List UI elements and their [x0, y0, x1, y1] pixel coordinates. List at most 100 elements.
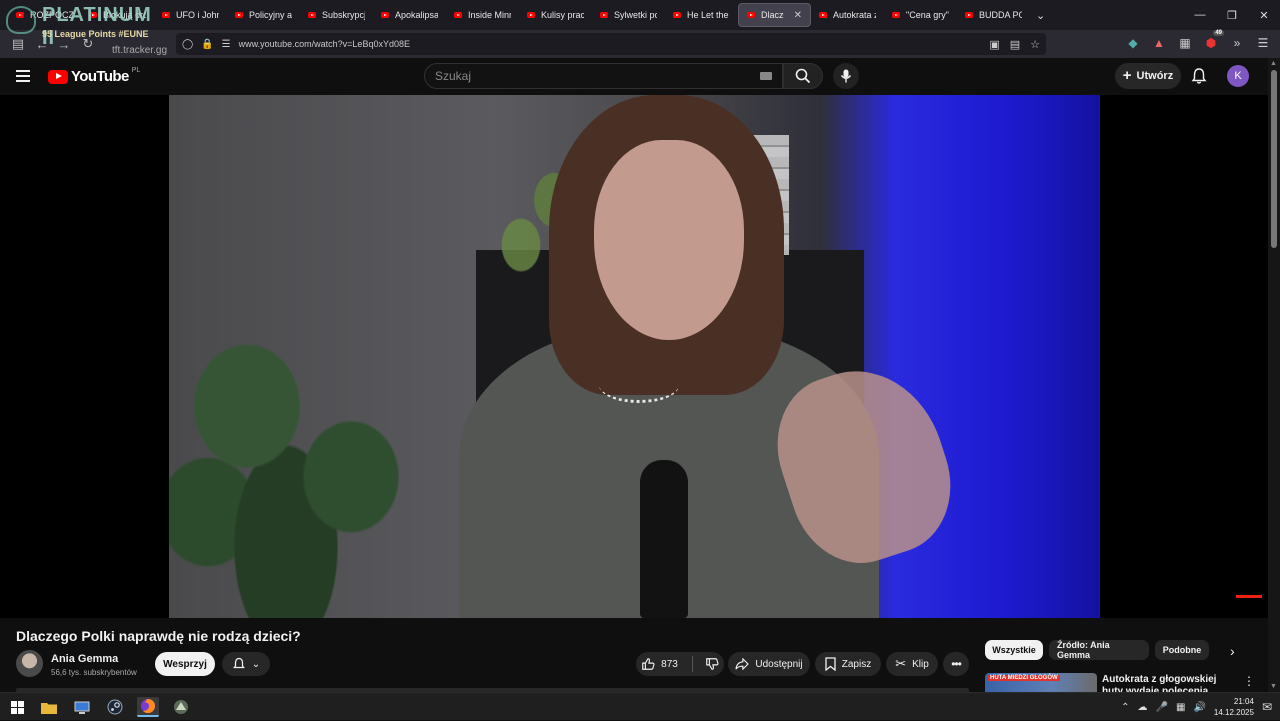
recommendation-thumbnail[interactable]: HUTA MIEDZI GŁOGÓW — [985, 673, 1097, 692]
network-icon[interactable]: ▦ — [1176, 702, 1185, 713]
browser-tab[interactable]: Policyjny agr — [227, 3, 300, 27]
lock-icon[interactable]: 🔒 — [201, 39, 213, 50]
tracking-shield-icon[interactable]: ◯ — [182, 39, 193, 50]
overflow-chevrons-icon[interactable]: » — [1228, 33, 1246, 53]
support-button[interactable]: Wesprzyj — [155, 652, 215, 676]
youtube-favicon-icon — [600, 12, 608, 18]
url-text[interactable]: www.youtube.com/watch?v=LeBq0xYd08E — [239, 39, 410, 49]
notifications-bell-icon[interactable] — [1190, 67, 1208, 90]
microphone-tray-icon[interactable]: 🎤 — [1156, 702, 1168, 713]
create-button[interactable]: + Utwórz — [1115, 63, 1181, 89]
volume-icon[interactable]: 🔊 — [1193, 702, 1205, 713]
scrollbar-thumb[interactable] — [1271, 70, 1277, 248]
channel-name[interactable]: Ania Gemma — [51, 653, 118, 665]
tray-overflow-icon[interactable]: ⌃ — [1121, 702, 1129, 713]
steam-icon[interactable] — [104, 697, 126, 717]
app-game-icon[interactable] — [170, 697, 192, 717]
permissions-icon[interactable]: ☰ — [222, 39, 231, 50]
chip-next-chevron-icon[interactable]: › — [1230, 643, 1235, 659]
tab-label: UFO i John K — [176, 10, 219, 20]
scroll-up-icon[interactable]: ▲ — [1270, 60, 1277, 67]
scroll-down-icon[interactable]: ▼ — [1270, 683, 1277, 690]
chip-related[interactable]: Podobne — [1155, 640, 1209, 660]
reader-view-icon[interactable]: ▤ — [1010, 38, 1020, 51]
keyboard-icon[interactable] — [760, 72, 772, 80]
picture-in-picture-icon[interactable]: ▣ — [989, 38, 999, 51]
account-avatar[interactable]: K — [1227, 65, 1249, 87]
video-player[interactable] — [0, 95, 1268, 618]
search-input[interactable]: Szukaj — [424, 63, 783, 89]
youtube-header: YouTube PL Szukaj + Utwórz K — [0, 58, 1268, 95]
youtube-logo[interactable]: YouTube PL — [48, 67, 141, 85]
recommendation-menu-icon[interactable]: ⋮ — [1243, 674, 1255, 688]
firefox-icon[interactable] — [137, 697, 159, 717]
extensions-puzzle-icon[interactable]: ▦ — [1176, 33, 1194, 53]
region-code: PL — [131, 67, 141, 74]
chip-from-channel[interactable]: Źródło: Ania Gemma — [1049, 640, 1149, 660]
toolbar-right: ◆ ▲ ▦ ⬢ 49 » ☰ — [1124, 30, 1272, 53]
youtube-favicon-icon — [673, 12, 681, 18]
restore-icon[interactable]: ❐ — [1216, 0, 1248, 30]
close-tab-icon[interactable]: ✕ — [794, 10, 802, 21]
tab-label: BUDDA POW — [979, 10, 1022, 20]
tab-label: Apokalipsa S — [395, 10, 438, 20]
windows-start-icon[interactable] — [6, 697, 28, 717]
video-necklace-shape — [599, 367, 679, 403]
clock[interactable]: 21:04 14.12.2025 — [1214, 696, 1254, 718]
browser-tab[interactable]: Dlaczego P ✕ — [738, 3, 811, 27]
league-points-label: 95 League Points #EUNE — [42, 29, 149, 39]
browser-nav-bar: ▤ ← → ↻ ◯ 🔒 ☰ www.youtube.com/watch?v=Le… — [0, 30, 1280, 58]
like-button[interactable]: 873 — [641, 657, 678, 671]
browser-tab[interactable]: Kulisy pracy p — [519, 3, 592, 27]
remote-desktop-icon[interactable] — [71, 697, 93, 717]
browser-tab[interactable]: Subskrypcje — [300, 3, 373, 27]
channel-avatar[interactable] — [16, 650, 43, 677]
youtube-favicon-icon — [892, 12, 900, 18]
browser-tab[interactable]: Apokalipsa S — [373, 3, 446, 27]
more-actions-button[interactable]: ••• — [943, 652, 969, 676]
video-frame[interactable] — [169, 95, 1100, 618]
ublock-extension-icon[interactable]: ⬢ 49 — [1202, 30, 1224, 53]
recommendation-title[interactable]: Autokrata z głogowskiej huty wydaje pole… — [1102, 674, 1232, 692]
guide-menu-icon[interactable] — [16, 70, 30, 82]
search-button[interactable] — [783, 63, 823, 89]
share-label: Udostępnij — [755, 658, 803, 670]
address-bar-actions: ▣ ▤ ☆ — [989, 38, 1040, 51]
file-explorer-icon[interactable] — [38, 697, 60, 717]
share-button[interactable]: Udostępnij — [728, 652, 810, 676]
browser-tab[interactable]: He Let the Ini — [665, 3, 738, 27]
microphone-icon — [840, 69, 852, 83]
dislike-button[interactable] — [705, 657, 719, 671]
chip-all[interactable]: Wszystkie — [985, 640, 1043, 660]
page-scrollbar[interactable]: ▲ ▼ — [1268, 58, 1280, 692]
video-microphone-shape — [640, 460, 688, 618]
youtube-favicon-icon — [381, 12, 389, 18]
list-all-tabs-icon[interactable]: ⌄ — [1036, 9, 1045, 22]
youtube-favicon-icon — [965, 12, 973, 18]
clip-button[interactable]: ✂ Klip — [886, 652, 938, 676]
fox-extension-icon[interactable]: ▲ — [1150, 33, 1168, 53]
browser-tab[interactable]: Sylwetki polsk — [592, 3, 665, 27]
bell-icon — [232, 657, 245, 669]
minimize-icon[interactable]: — — [1184, 0, 1216, 30]
browser-tab[interactable]: BUDDA POW — [957, 3, 1030, 27]
save-button[interactable]: Zapisz — [815, 652, 881, 676]
browser-tab[interactable]: "Cena gry" - — [884, 3, 957, 27]
browser-tab[interactable]: Autokrata z g — [811, 3, 884, 27]
thumbs-up-icon — [642, 658, 655, 670]
bookmark-star-icon[interactable]: ☆ — [1030, 38, 1040, 51]
youtube-wordmark: YouTube — [71, 68, 129, 85]
onedrive-icon[interactable]: ☁ — [1138, 702, 1148, 713]
notifications-icon[interactable]: ✉ — [1262, 700, 1272, 714]
chevron-down-icon: ⌄ — [251, 658, 261, 670]
clock-time: 21:04 — [1233, 697, 1254, 706]
browser-tab[interactable]: Inside Minne — [446, 3, 519, 27]
rank-crest-icon — [6, 6, 36, 34]
subscription-bell-button[interactable]: ⌄ — [222, 652, 270, 676]
search-placeholder: Szukaj — [435, 69, 472, 83]
app-menu-icon[interactable]: ☰ — [1254, 33, 1272, 53]
voice-search-button[interactable] — [833, 63, 859, 89]
close-window-icon[interactable]: ✕ — [1248, 0, 1280, 30]
address-bar[interactable]: ◯ 🔒 ☰ www.youtube.com/watch?v=LeBq0xYd08… — [176, 33, 1046, 55]
shield-extension-icon[interactable]: ◆ — [1124, 33, 1142, 53]
